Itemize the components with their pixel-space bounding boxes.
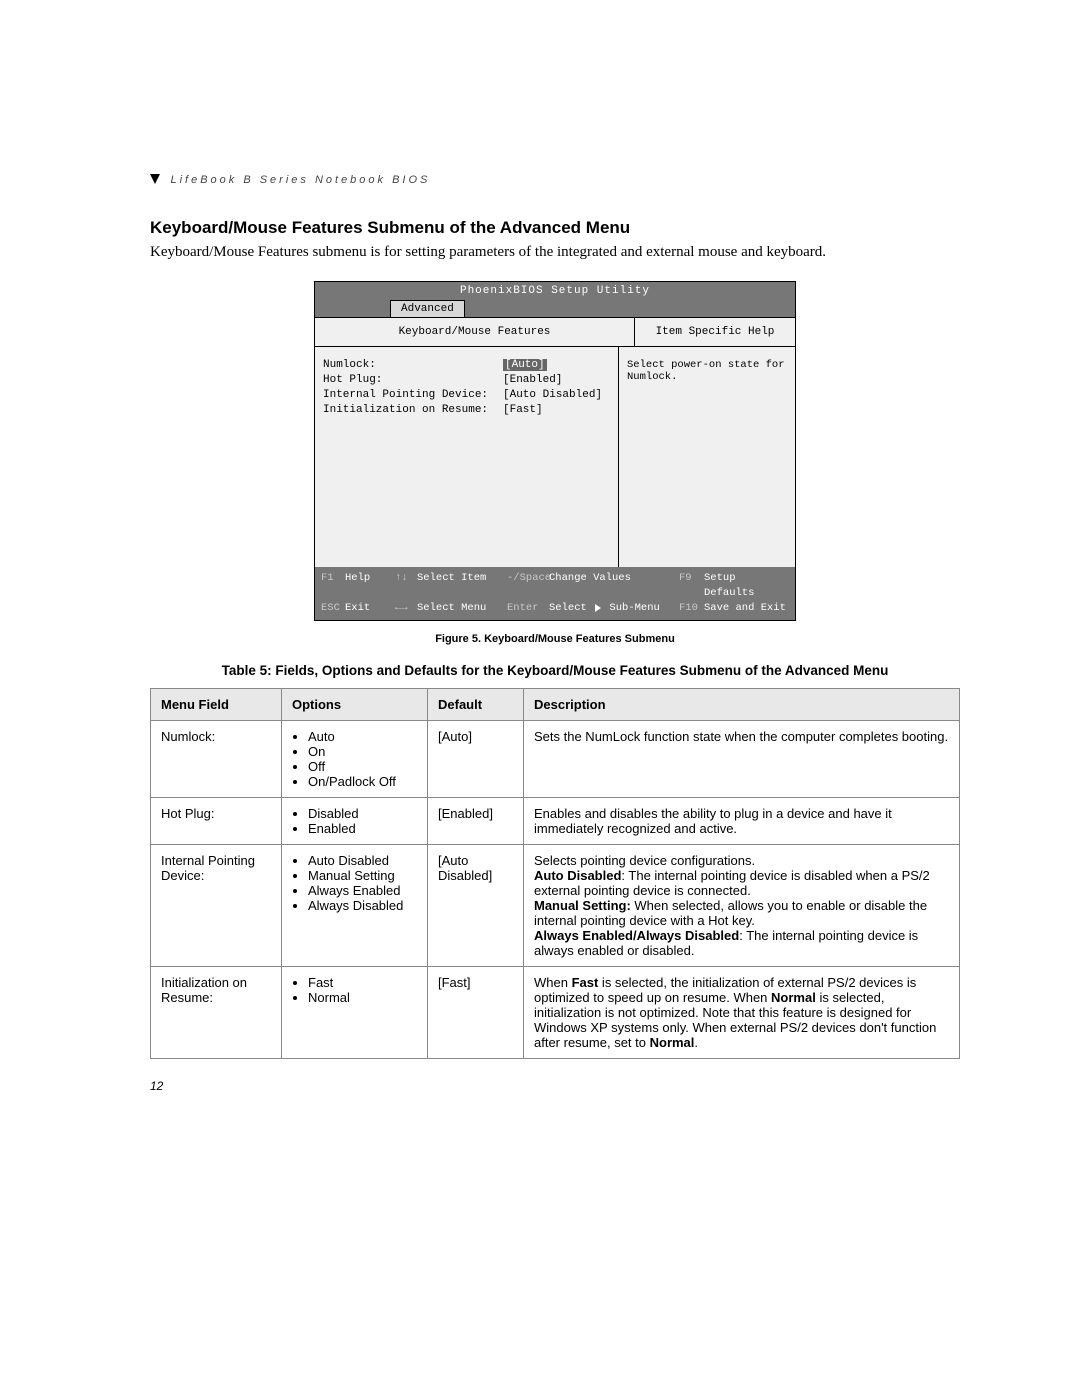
bios-value: [Enabled] (503, 374, 562, 386)
cell-default: [Fast] (428, 967, 524, 1059)
bios-key-enter: Enter (507, 601, 549, 616)
desc-bold: Auto Disabled (534, 868, 621, 883)
bios-key-esc-label: Exit (345, 601, 395, 616)
list-item: Auto Disabled (308, 853, 417, 868)
bios-row-pointing: Internal Pointing Device: [Auto Disabled… (323, 389, 610, 401)
bios-row-hotplug: Hot Plug: [Enabled] (323, 374, 610, 386)
bios-help-panel: Select power-on state for Numlock. (619, 347, 795, 567)
figure-caption: Figure 5. Keyboard/Mouse Features Submen… (150, 633, 960, 645)
page-header: LifeBook B Series Notebook BIOS (150, 170, 960, 188)
bios-key-enter-label: Select Sub-Menu (549, 601, 679, 616)
th-default: Default (428, 689, 524, 721)
bios-tab-advanced: Advanced (390, 300, 465, 317)
bios-key-f1-label: Help (345, 571, 395, 600)
list-item: Off (308, 759, 417, 774)
section-title: Keyboard/Mouse Features Submenu of the A… (150, 218, 960, 238)
header-arrow-icon (150, 174, 160, 184)
bios-tabs: Advanced (315, 300, 795, 317)
th-options: Options (282, 689, 428, 721)
header-text: LifeBook B Series Notebook BIOS (170, 174, 430, 186)
list-item: On (308, 744, 417, 759)
bios-key-minus: -/Space (507, 571, 549, 600)
list-item: Fast (308, 975, 417, 990)
desc-text: . (694, 1035, 698, 1050)
list-item: Disabled (308, 806, 417, 821)
bios-key-f9: F9 (679, 571, 704, 600)
bios-settings-panel: Numlock: [Auto] Hot Plug: [Enabled] Inte… (315, 347, 619, 567)
cell-description: Selects pointing device configurations. … (524, 845, 960, 967)
bios-key-arrows-v: ↑↓ (395, 571, 417, 600)
bios-key-esc: ESC (321, 601, 345, 616)
bios-row-numlock: Numlock: [Auto] (323, 359, 610, 371)
intro-text: Keyboard/Mouse Features submenu is for s… (150, 244, 960, 261)
bios-key-select-item: Select Item (417, 571, 507, 600)
th-description: Description (524, 689, 960, 721)
bios-value: [Fast] (503, 404, 543, 416)
bios-subheader-right: Item Specific Help (635, 318, 795, 346)
cell-default: [Auto] (428, 721, 524, 798)
table-row: Hot Plug: Disabled Enabled [Enabled] Ena… (151, 798, 960, 845)
desc-text: When (534, 975, 572, 990)
cell-field: Numlock: (151, 721, 282, 798)
list-item: Always Enabled (308, 883, 417, 898)
desc-bold: Always Enabled/Always Disabled (534, 928, 739, 943)
list-item: Normal (308, 990, 417, 1005)
cell-default: [Auto Disabled] (428, 845, 524, 967)
th-menu-field: Menu Field (151, 689, 282, 721)
cell-default: [Enabled] (428, 798, 524, 845)
bios-label: Numlock: (323, 359, 503, 371)
bios-key-arrows-h: ←→ (395, 601, 417, 616)
bios-key-f9-label: Setup Defaults (704, 571, 789, 600)
bios-label: Hot Plug: (323, 374, 503, 386)
bios-value-selected: [Auto] (503, 359, 547, 371)
cell-field: Initialization on Resume: (151, 967, 282, 1059)
list-item: Manual Setting (308, 868, 417, 883)
cell-options: Disabled Enabled (282, 798, 428, 845)
cell-description: Enables and disables the ability to plug… (524, 798, 960, 845)
bios-footer: F1 Help ↑↓ Select Item -/Space Change Va… (315, 567, 795, 620)
table-title: Table 5: Fields, Options and Defaults fo… (150, 663, 960, 678)
list-item: Enabled (308, 821, 417, 836)
triangle-right-icon (595, 604, 601, 612)
cell-options: Auto On Off On/Padlock Off (282, 721, 428, 798)
bios-value: [Auto Disabled] (503, 389, 602, 401)
desc-bold: Fast (572, 975, 599, 990)
options-table: Menu Field Options Default Description N… (150, 688, 960, 1059)
desc-bold: Manual Setting: (534, 898, 631, 913)
desc-text: Selects pointing device configurations. (534, 853, 755, 868)
list-item: On/Padlock Off (308, 774, 417, 789)
bios-subheader-left: Keyboard/Mouse Features (315, 318, 635, 346)
cell-field: Hot Plug: (151, 798, 282, 845)
table-row: Internal Pointing Device: Auto Disabled … (151, 845, 960, 967)
desc-bold: Normal (650, 1035, 695, 1050)
cell-options: Fast Normal (282, 967, 428, 1059)
bios-key-f10: F10 (679, 601, 704, 616)
bios-label: Internal Pointing Device: (323, 389, 503, 401)
desc-bold: Normal (771, 990, 816, 1005)
cell-options: Auto Disabled Manual Setting Always Enab… (282, 845, 428, 967)
bios-key-f10-label: Save and Exit (704, 601, 789, 616)
bios-key-change-values: Change Values (549, 571, 679, 600)
list-item: Auto (308, 729, 417, 744)
cell-description: Sets the NumLock function state when the… (524, 721, 960, 798)
bios-title: PhoenixBIOS Setup Utility (315, 282, 795, 300)
cell-field: Internal Pointing Device: (151, 845, 282, 967)
list-item: Always Disabled (308, 898, 417, 913)
cell-description: When Fast is selected, the initializatio… (524, 967, 960, 1059)
bios-label: Initialization on Resume: (323, 404, 503, 416)
bios-key-f1: F1 (321, 571, 345, 600)
bios-row-init: Initialization on Resume: [Fast] (323, 404, 610, 416)
bios-screenshot: PhoenixBIOS Setup Utility Advanced Keybo… (314, 281, 796, 621)
page-number: 12 (150, 1079, 960, 1093)
bios-key-select-menu: Select Menu (417, 601, 507, 616)
table-row: Initialization on Resume: Fast Normal [F… (151, 967, 960, 1059)
table-header-row: Menu Field Options Default Description (151, 689, 960, 721)
table-row: Numlock: Auto On Off On/Padlock Off [Aut… (151, 721, 960, 798)
